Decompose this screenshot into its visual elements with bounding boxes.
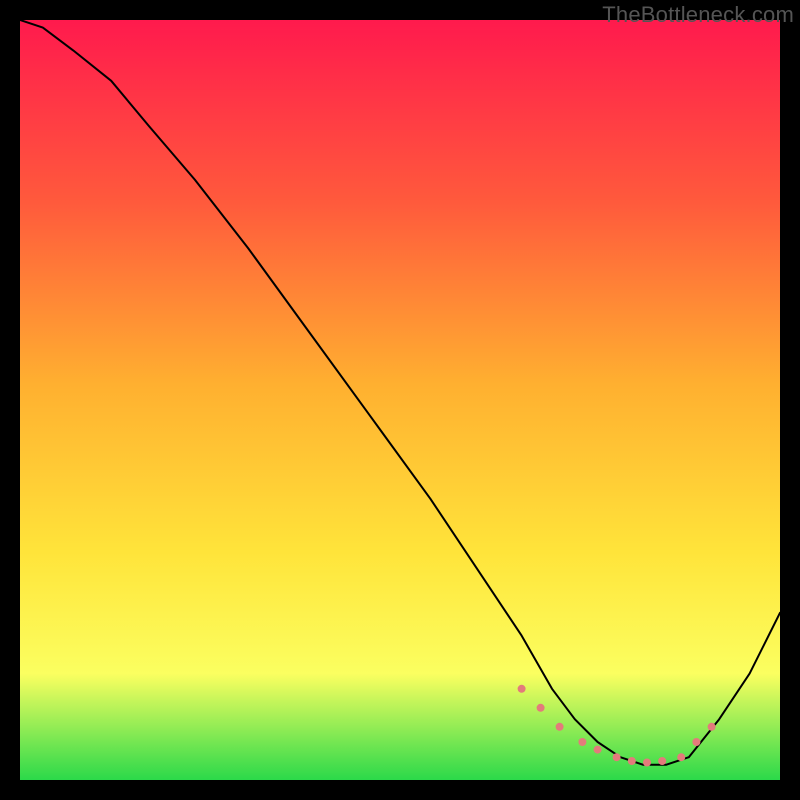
chart-dot — [537, 704, 545, 712]
chart-dot — [708, 723, 716, 731]
chart-dot — [643, 759, 651, 767]
chart-background — [20, 20, 780, 780]
watermark-text: TheBottleneck.com — [602, 2, 794, 28]
chart-dot — [594, 746, 602, 754]
chart-dot — [518, 685, 526, 693]
chart-area — [20, 20, 780, 780]
chart-dot — [658, 757, 666, 765]
chart-dot — [556, 723, 564, 731]
chart-dot — [613, 753, 621, 761]
chart-dot — [677, 753, 685, 761]
chart-dot — [578, 738, 586, 746]
chart-svg — [20, 20, 780, 780]
chart-dot — [692, 738, 700, 746]
chart-dot — [628, 757, 636, 765]
